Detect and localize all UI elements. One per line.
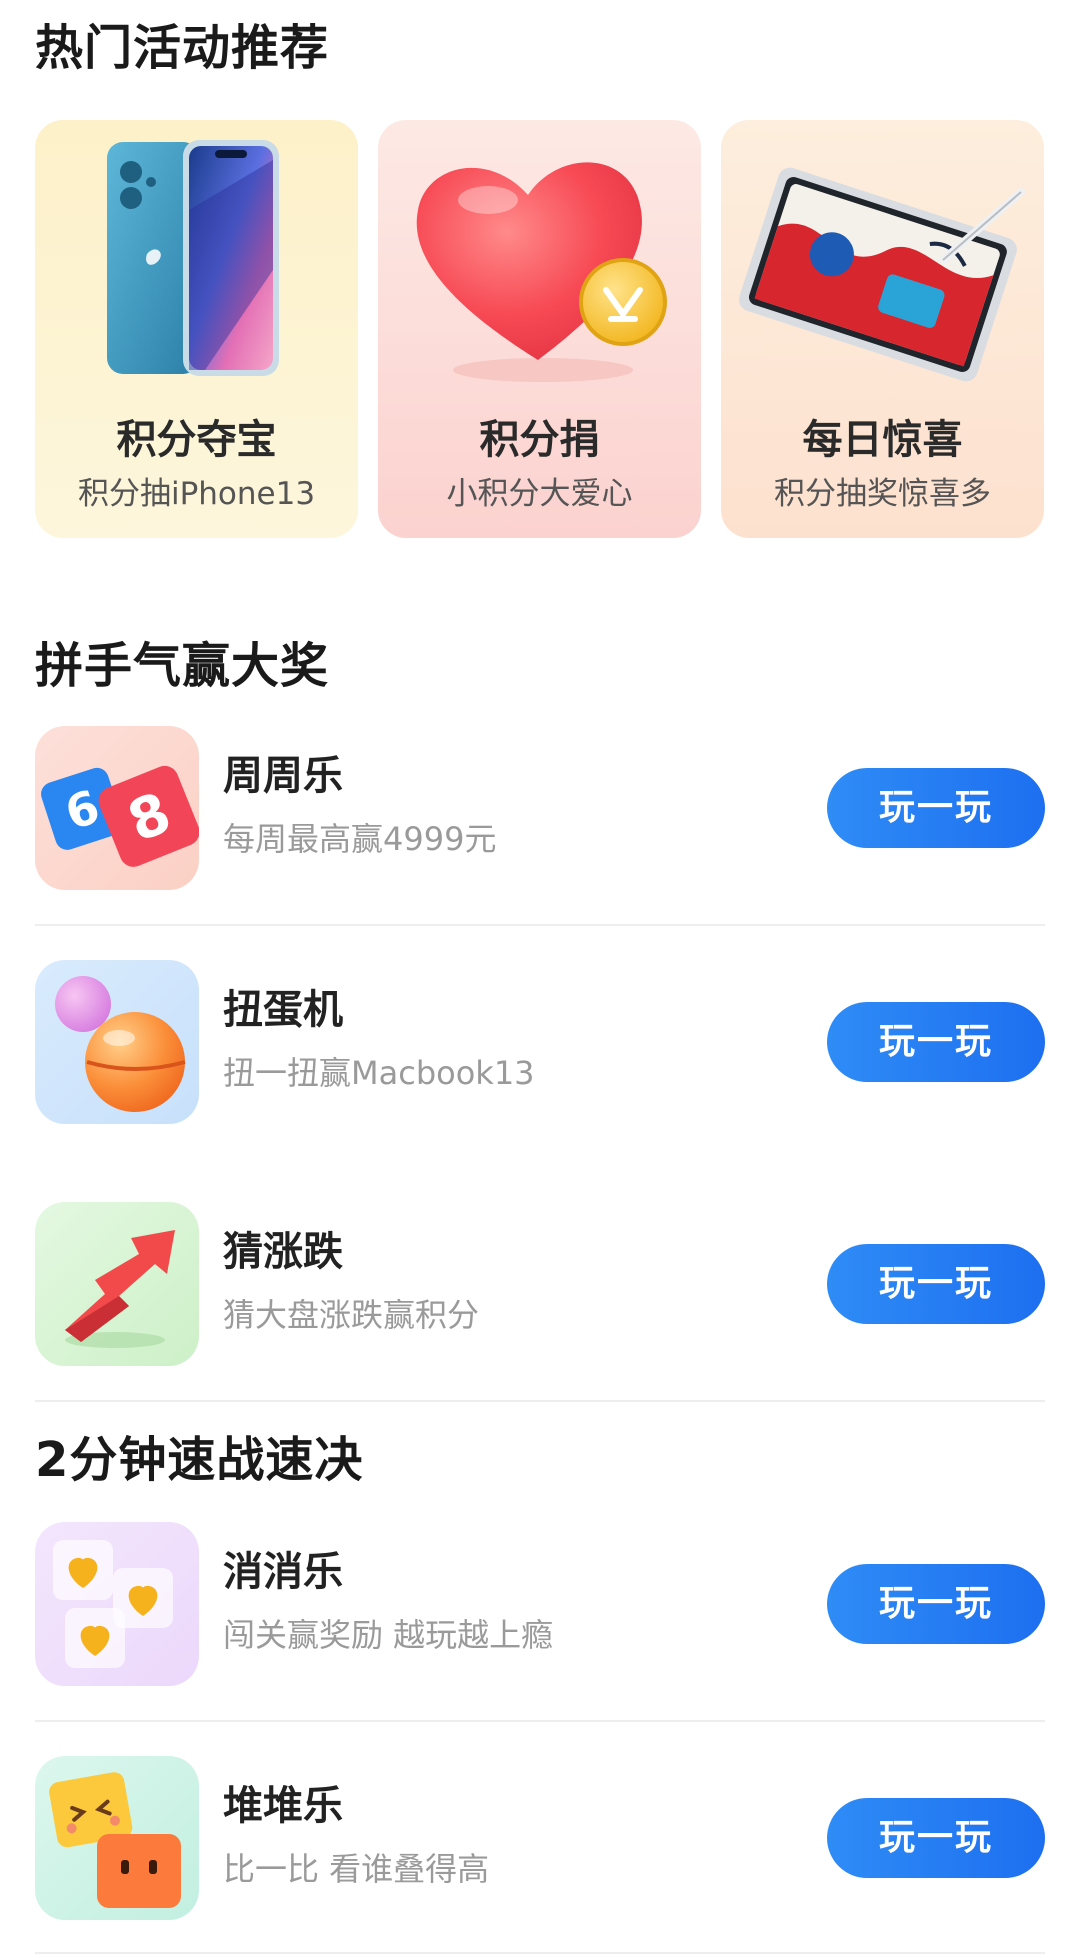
play-button[interactable]: 玩一玩	[827, 768, 1045, 848]
play-button[interactable]: 玩一玩	[827, 1002, 1045, 1082]
card-title: 积分夺宝	[116, 417, 277, 463]
stacked-blocks-icon	[35, 1756, 199, 1920]
heart-coin-icon	[378, 120, 701, 410]
hot-activity-cards: 积分夺宝 积分抽iPhone13 积分捐 小积分大爱心 每日惊喜 积分抽奖惊喜多	[35, 120, 1045, 538]
trend-arrow-icon	[35, 1202, 199, 1366]
phone-icon	[35, 120, 358, 410]
divider	[35, 924, 1045, 926]
card-title: 每日惊喜	[802, 417, 963, 463]
card-subtitle: 积分抽奖惊喜多	[774, 476, 991, 512]
game-name: 堆堆乐	[223, 1783, 343, 1829]
game-desc: 每周最高赢4999元	[223, 820, 497, 858]
game-desc: 比一比 看谁叠得高	[223, 1850, 490, 1888]
play-button[interactable]: 玩一玩	[827, 1244, 1045, 1324]
card-title: 积分捐	[479, 417, 600, 463]
game-name: 扭蛋机	[223, 987, 343, 1033]
page: 热门活动推荐 积分夺宝 积分抽iPhone13 积分捐 小积分大爱心 每日惊喜 …	[0, 0, 1080, 1958]
game-desc: 闯关赢奖励 越玩越上瘾	[223, 1616, 554, 1654]
game-name: 周周乐	[223, 753, 343, 799]
luck-section-title: 拼手气赢大奖	[35, 638, 330, 694]
list-item-stack: 堆堆乐 比一比 看谁叠得高 玩一玩	[35, 1756, 1045, 1920]
divider	[35, 1720, 1045, 1722]
list-item-guess-trend: 猜涨跌 猜大盘涨跌赢积分 玩一玩	[35, 1202, 1045, 1366]
game-desc: 扭一扭赢Macbook13	[223, 1054, 535, 1092]
game-desc: 猜大盘涨跌赢积分	[223, 1296, 480, 1334]
card-points-treasure[interactable]: 积分夺宝 积分抽iPhone13	[35, 120, 358, 538]
hearts-cubes-icon	[35, 1522, 199, 1686]
game-name: 猜涨跌	[223, 1229, 343, 1275]
card-daily-surprise[interactable]: 每日惊喜 积分抽奖惊喜多	[721, 120, 1044, 538]
card-subtitle: 小积分大爱心	[446, 476, 633, 512]
play-button[interactable]: 玩一玩	[827, 1564, 1045, 1644]
dice-68-icon: 6 8	[35, 726, 199, 890]
game-name: 消消乐	[223, 1549, 343, 1595]
quick-section-title: 2分钟速战速决	[35, 1432, 364, 1488]
play-button[interactable]: 玩一玩	[827, 1798, 1045, 1878]
list-item-match: 消消乐 闯关赢奖励 越玩越上瘾 玩一玩	[35, 1522, 1045, 1686]
hot-section-title: 热门活动推荐	[35, 20, 330, 76]
card-subtitle: 积分抽iPhone13	[77, 476, 316, 512]
card-points-donate[interactable]: 积分捐 小积分大爱心	[378, 120, 701, 538]
capsule-ball-icon	[35, 960, 199, 1124]
tablet-icon	[721, 120, 1044, 410]
list-item-capsule: 扭蛋机 扭一扭赢Macbook13 玩一玩	[35, 960, 1045, 1124]
divider	[35, 1400, 1045, 1402]
list-item-weekly: 6 8 周周乐 每周最高赢4999元 玩一玩	[35, 726, 1045, 890]
divider	[35, 1952, 1045, 1954]
